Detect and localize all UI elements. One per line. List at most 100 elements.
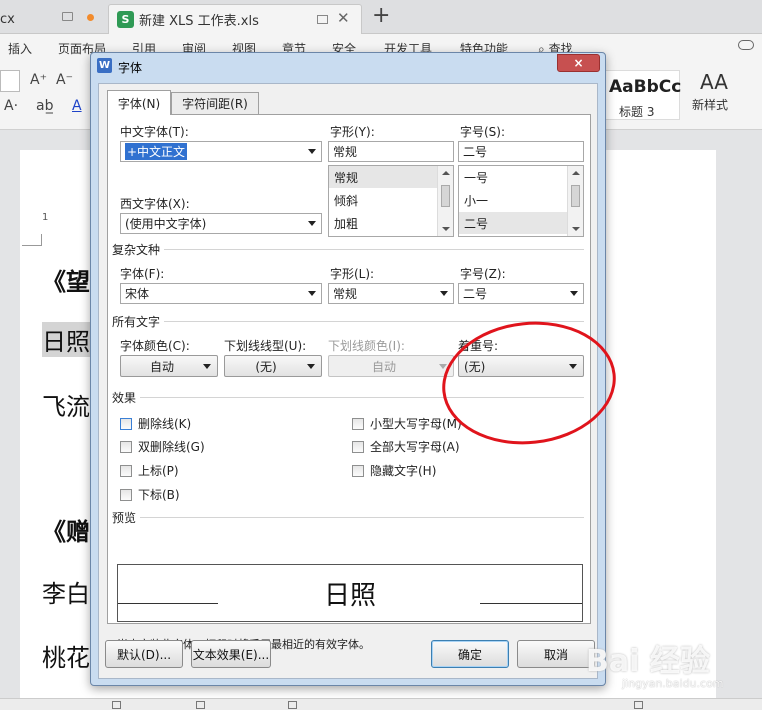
doc-line[interactable]: 《赠 [42,512,90,547]
doc-line-selected[interactable]: 日照 [42,322,96,357]
cancel-button[interactable]: 取消 [517,640,595,668]
list-item[interactable]: 小一 [459,189,567,211]
list-item[interactable]: 倾斜 [329,189,437,211]
phonetic-icon[interactable]: ab̲ [36,98,53,114]
tab-xls[interactable]: S 新建 XLS 工作表.xls ✕ [108,4,362,34]
complex-font-select[interactable]: 宋体 [120,283,322,304]
checkbox-box[interactable] [352,440,364,453]
chevron-down-icon [308,149,316,154]
font-style-value: 常规 [333,145,358,159]
unsaved-dot-icon [87,14,94,21]
default-button[interactable]: 默认(D)... [105,640,183,668]
tab-document[interactable]: cx [0,4,104,34]
western-font-value: (使用中文字体) [125,217,207,231]
list-item[interactable]: 加粗 [329,212,437,234]
superscript-checkbox[interactable]: 上标(P) [120,462,179,479]
preview-text: 日照 [323,581,376,611]
chevron-down-icon [570,291,578,296]
checkbox-box[interactable] [120,440,132,453]
grow-font-icon[interactable]: A⁺ [30,72,47,88]
font-color-icon[interactable]: A [72,98,82,114]
subscript-checkbox[interactable]: 下标(B) [120,486,180,503]
complex-size-value: 二号 [463,287,488,301]
baidu-watermark-logo: Bai 经验 [586,644,710,679]
chevron-down-icon [308,221,316,226]
checkbox-box[interactable] [120,464,132,477]
window-restore-icon[interactable] [317,15,328,24]
divider [116,321,584,322]
all-caps-checkbox[interactable]: 全部大写字母(A) [352,438,460,455]
font-size-input[interactable]: 二号 [458,141,584,162]
new-tab-icon[interactable]: + [372,3,390,28]
list-item[interactable]: 一号 [459,166,567,188]
preview-title: 预览 [112,509,141,526]
hidden-text-checkbox[interactable]: 隐藏文字(H) [352,462,436,479]
view-mode-icon[interactable] [634,701,643,709]
shrink-font-icon[interactable]: A⁻ [56,72,73,88]
page-number: 1 [42,212,49,223]
tab-bar: cx S 新建 XLS 工作表.xls ✕ + [0,0,762,34]
underline-type-value: (无) [255,359,277,374]
doc-line[interactable]: 李白 [42,574,90,609]
scroll-thumb[interactable] [441,185,450,207]
scrollbar[interactable] [437,166,453,236]
checkbox-box[interactable] [352,417,364,430]
doc-line[interactable]: 《望 [42,262,90,297]
menu-insert[interactable]: 插入 [8,40,32,57]
western-font-select[interactable]: (使用中文字体) [120,213,322,234]
font-style-input[interactable]: 常规 [328,141,454,162]
dialog-close-button[interactable]: × [557,54,600,72]
tab-xls-label: 新建 XLS 工作表.xls [139,14,259,29]
complex-style-select[interactable]: 常规 [328,283,454,304]
scroll-down-icon[interactable] [442,227,450,231]
double-strikethrough-checkbox[interactable]: 双删除线(G) [120,438,205,455]
list-item[interactable]: 二号 [459,212,567,234]
doc-line[interactable]: 飞流 [42,387,90,422]
strikethrough-checkbox[interactable]: 删除线(K) [120,415,191,432]
tab-character-spacing[interactable]: 字符间距(R) [171,92,259,114]
font-size-value: 二号 [463,145,488,159]
tab-font[interactable]: 字体(N) [107,90,171,115]
checkbox-box[interactable] [120,488,132,501]
font-size-box[interactable] [0,70,20,92]
checkbox-label: 双删除线(G) [138,440,205,454]
text-effect-icon[interactable]: A· [4,98,18,114]
cloud-icon[interactable] [738,40,754,50]
status-icon[interactable] [112,701,121,709]
ok-button[interactable]: 确定 [431,640,509,668]
new-style-icon: AA [700,70,728,94]
font-style-list[interactable]: 常规 倾斜 加粗 [328,165,454,237]
checkbox-box[interactable] [352,464,364,477]
scroll-down-icon[interactable] [572,227,580,231]
new-style-button[interactable]: AA 新样式 [692,70,736,112]
preview-box: 日照 [117,564,583,622]
spreadsheet-icon: S [117,11,134,28]
font-color-dropdown[interactable]: 自动 [120,355,218,377]
emphasis-mark-dropdown[interactable]: (无) [458,355,584,377]
close-tab-icon[interactable]: ✕ [337,9,350,27]
chinese-font-select[interactable]: +中文正文 [120,141,322,162]
text-effect-button[interactable]: 文本效果(E)... [191,640,271,668]
checkbox-label: 全部大写字母(A) [370,440,460,454]
status-icon[interactable] [288,701,297,709]
doc-line[interactable]: 桃花 [42,638,90,673]
chevron-down-icon [307,364,315,369]
list-item[interactable]: 常规 [329,166,437,188]
tab-document-label: cx [0,11,15,27]
small-caps-checkbox[interactable]: 小型大写字母(M) [352,415,462,432]
scroll-thumb[interactable] [571,185,580,207]
window-restore-icon[interactable] [62,12,73,21]
status-icon[interactable] [196,701,205,709]
scroll-up-icon[interactable] [442,171,450,175]
style-heading-3[interactable]: AaBbCc 标题 3 [604,70,681,120]
scroll-up-icon[interactable] [572,171,580,175]
underline-type-dropdown[interactable]: (无) [224,355,322,377]
chevron-down-icon [439,364,447,369]
font-size-list[interactable]: 一号 小一 二号 [458,165,584,237]
checkbox-label: 删除线(K) [138,417,192,431]
checkbox-box[interactable] [120,417,132,430]
scrollbar[interactable] [567,166,583,236]
watermark-url: jingyan.baidu.com [622,677,724,690]
dialog-titlebar[interactable]: W 字体 × [91,53,605,79]
complex-size-select[interactable]: 二号 [458,283,584,304]
